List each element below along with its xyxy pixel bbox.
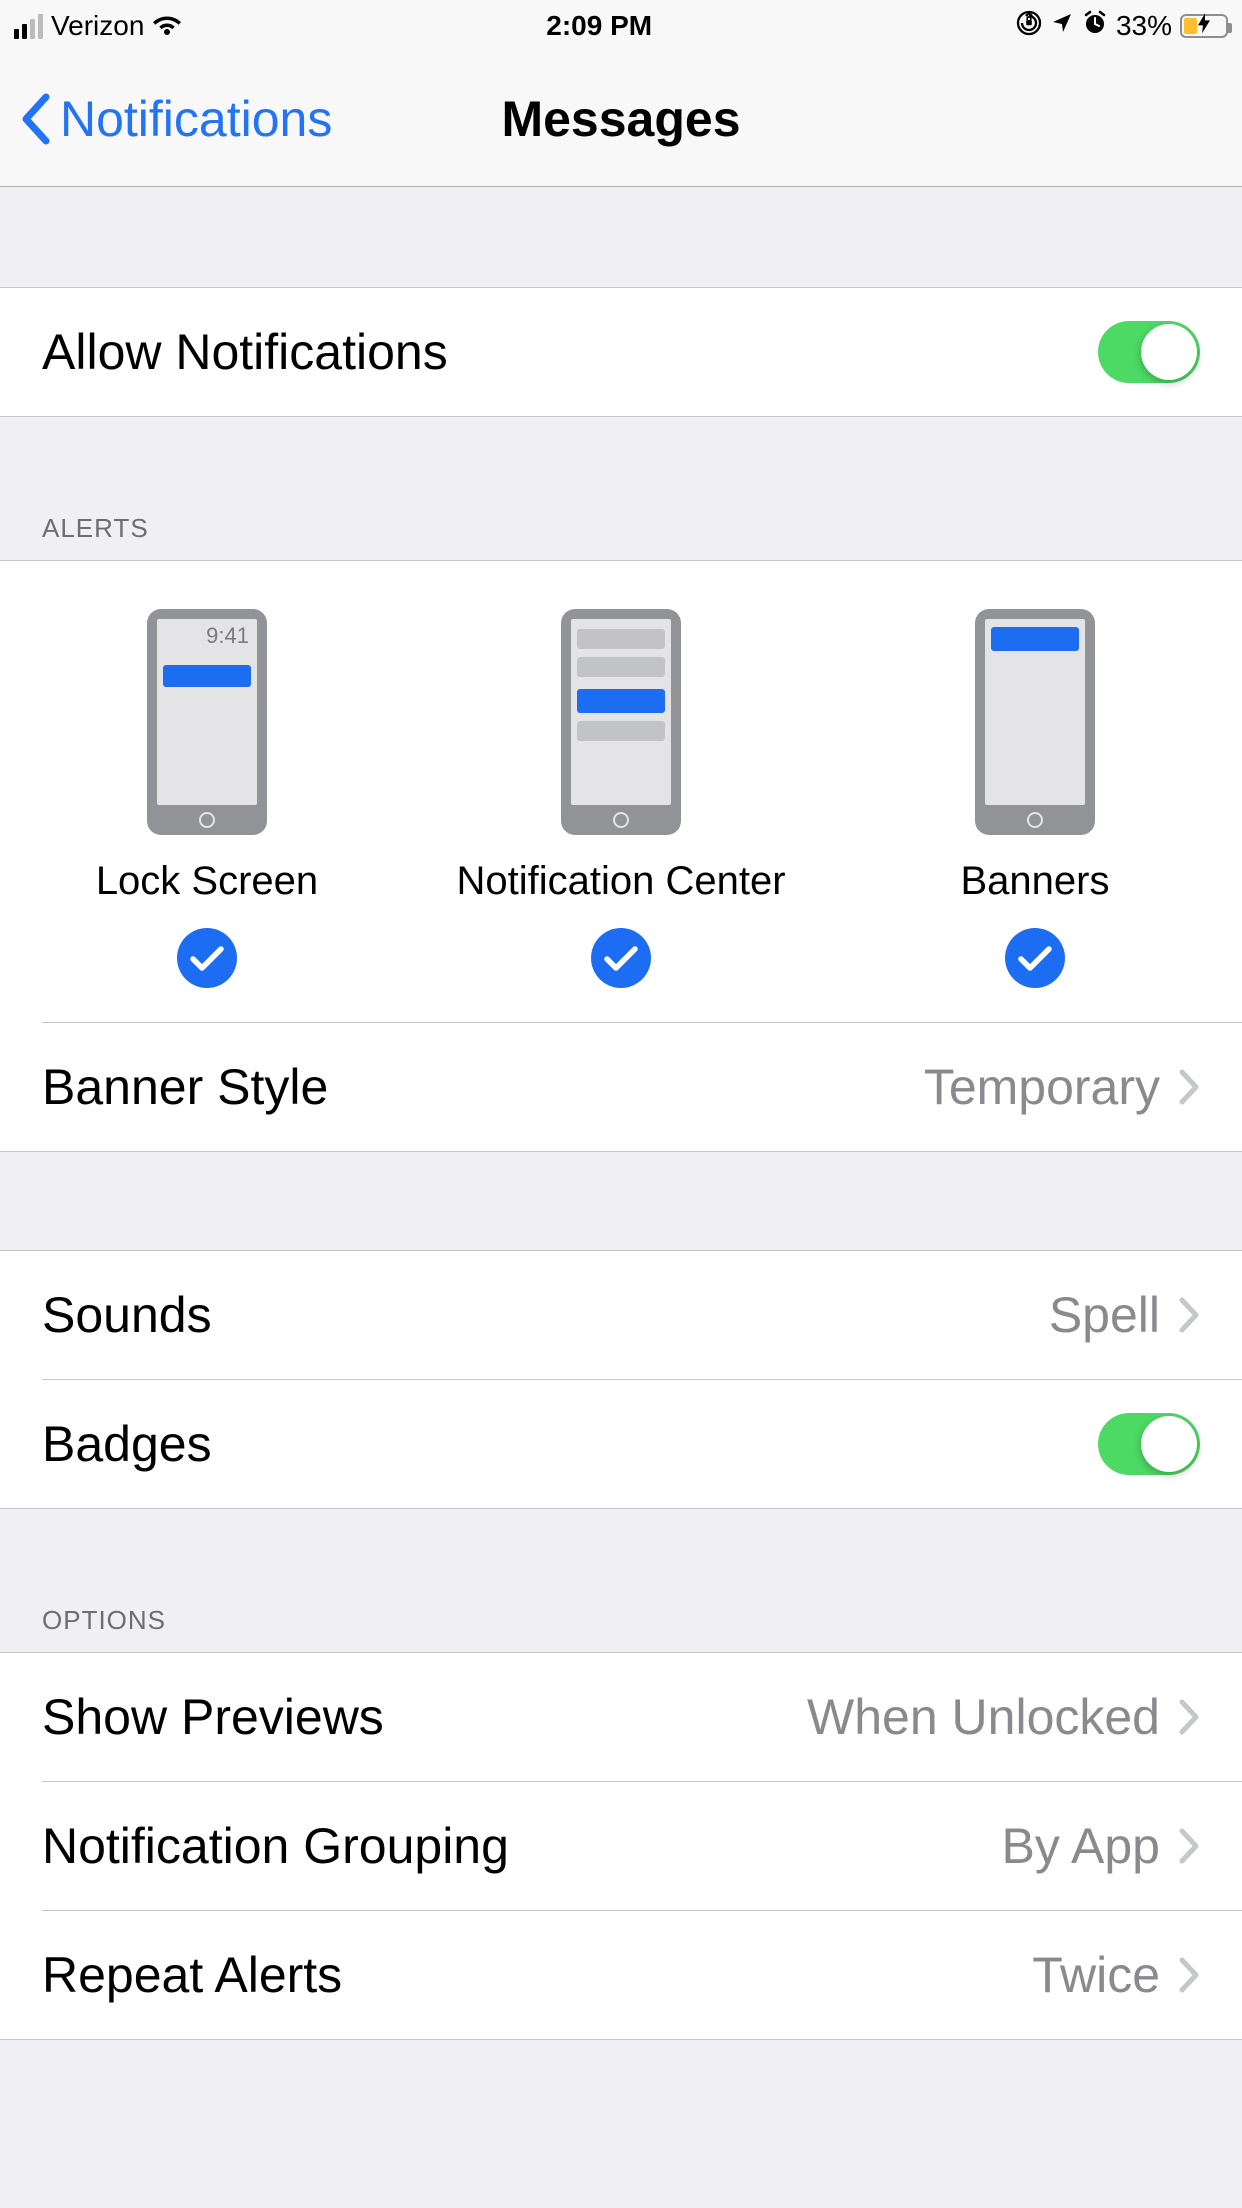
alerts-section: 9:41 Lock Screen Notification Center xyxy=(0,560,1242,1152)
chevron-right-icon xyxy=(1178,1296,1200,1334)
back-button[interactable]: Notifications xyxy=(0,90,332,148)
sounds-row[interactable]: Sounds Spell xyxy=(0,1251,1242,1379)
alert-notification-center[interactable]: Notification Center xyxy=(414,609,828,988)
alert-banners[interactable]: Banners xyxy=(828,609,1242,988)
badges-row[interactable]: Badges xyxy=(0,1380,1242,1508)
lock-screen-illustration: 9:41 xyxy=(147,609,267,835)
status-bar: Verizon 2:09 PM 33% xyxy=(0,0,1242,52)
notification-grouping-row[interactable]: Notification Grouping By App xyxy=(0,1782,1242,1910)
status-time: 2:09 PM xyxy=(546,10,652,42)
repeat-alerts-value: Twice xyxy=(1032,1946,1160,2004)
sounds-value: Spell xyxy=(1049,1286,1160,1344)
badges-switch[interactable] xyxy=(1098,1413,1200,1475)
notification-center-illustration xyxy=(561,609,681,835)
banners-check[interactable] xyxy=(1005,928,1065,988)
back-label: Notifications xyxy=(60,90,332,148)
show-previews-value: When Unlocked xyxy=(807,1688,1160,1746)
show-previews-label: Show Previews xyxy=(42,1688,384,1746)
show-previews-row[interactable]: Show Previews When Unlocked xyxy=(0,1653,1242,1781)
section-options: Show Previews When Unlocked Notification… xyxy=(0,1652,1242,2040)
lock-screen-label: Lock Screen xyxy=(96,859,318,904)
badges-label: Badges xyxy=(42,1415,212,1473)
carrier-label: Verizon xyxy=(51,10,144,42)
orientation-lock-icon xyxy=(1016,10,1042,43)
allow-notifications-row[interactable]: Allow Notifications xyxy=(0,288,1242,416)
chevron-left-icon xyxy=(18,91,54,147)
notification-center-check[interactable] xyxy=(591,928,651,988)
notification-grouping-label: Notification Grouping xyxy=(42,1817,509,1875)
cellular-signal-icon xyxy=(14,14,43,39)
wifi-icon xyxy=(152,14,182,38)
banners-label: Banners xyxy=(961,859,1110,904)
spacer xyxy=(0,1152,1242,1250)
banner-style-value: Temporary xyxy=(924,1058,1160,1116)
sounds-label: Sounds xyxy=(42,1286,212,1344)
allow-notifications-switch[interactable] xyxy=(1098,321,1200,383)
banners-illustration xyxy=(975,609,1095,835)
chevron-right-icon xyxy=(1178,1956,1200,1994)
alerts-header: ALERTS xyxy=(0,417,1242,560)
chevron-right-icon xyxy=(1178,1827,1200,1865)
banner-style-label: Banner Style xyxy=(42,1058,328,1116)
chevron-right-icon xyxy=(1178,1068,1200,1106)
section-sounds: Sounds Spell Badges xyxy=(0,1250,1242,1509)
status-left: Verizon xyxy=(14,10,182,42)
location-icon xyxy=(1050,10,1074,42)
chevron-right-icon xyxy=(1178,1698,1200,1736)
lock-screen-check[interactable] xyxy=(177,928,237,988)
repeat-alerts-label: Repeat Alerts xyxy=(42,1946,342,2004)
notification-grouping-value: By App xyxy=(1002,1817,1160,1875)
status-right: 33% xyxy=(1016,10,1228,43)
alert-lock-screen[interactable]: 9:41 Lock Screen xyxy=(0,609,414,988)
battery-icon xyxy=(1180,14,1228,38)
repeat-alerts-row[interactable]: Repeat Alerts Twice xyxy=(0,1911,1242,2039)
banner-style-row[interactable]: Banner Style Temporary xyxy=(0,1023,1242,1151)
alarm-icon xyxy=(1082,10,1108,43)
section-allow: Allow Notifications xyxy=(0,287,1242,417)
battery-percent: 33% xyxy=(1116,10,1172,42)
nav-bar: Notifications Messages xyxy=(0,52,1242,187)
lock-screen-time: 9:41 xyxy=(206,623,249,649)
notification-center-label: Notification Center xyxy=(456,859,785,904)
allow-notifications-label: Allow Notifications xyxy=(42,323,448,381)
options-header: OPTIONS xyxy=(0,1509,1242,1652)
spacer xyxy=(0,187,1242,287)
